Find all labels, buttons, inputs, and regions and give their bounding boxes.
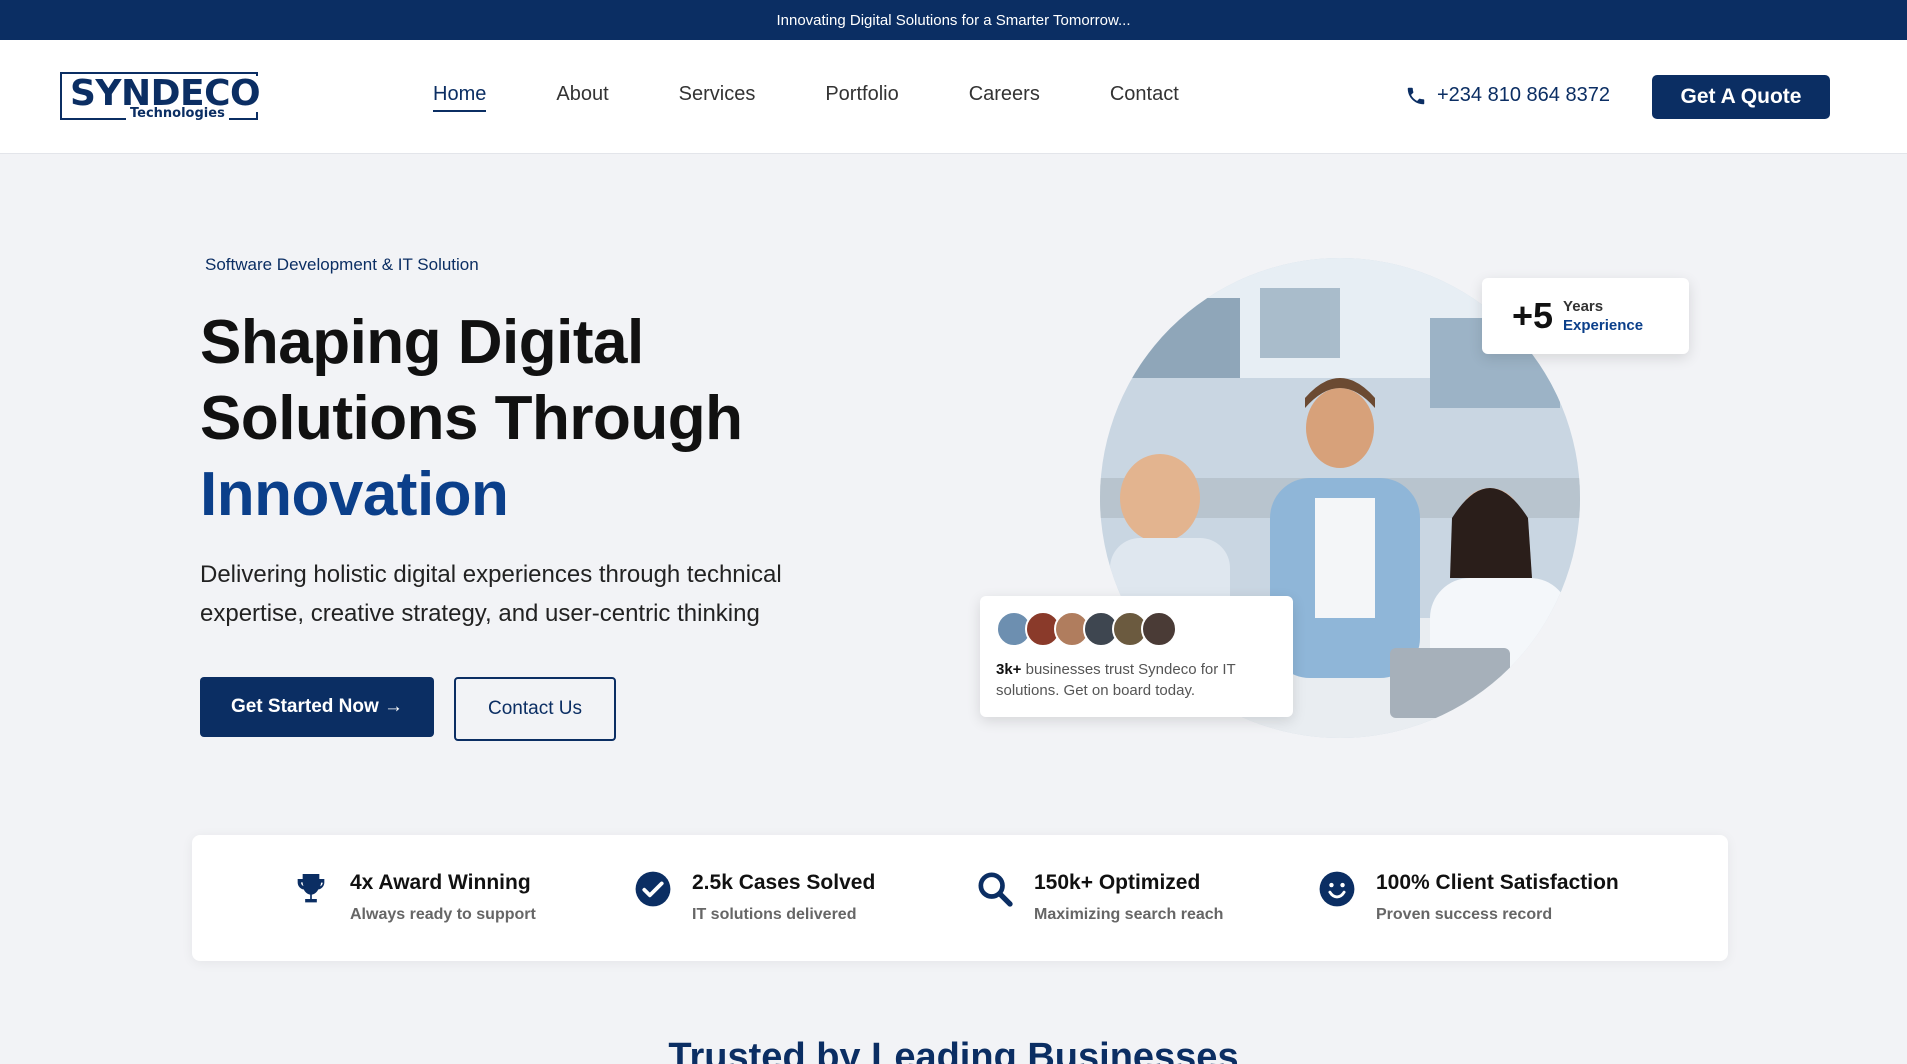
stats-bar: 4x Award Winning Always ready to support…: [192, 835, 1728, 961]
stat-title: 2.5k Cases Solved: [692, 871, 876, 894]
experience-line-2: Experience: [1563, 317, 1644, 334]
hero-description: Delivering holistic digital experiences …: [200, 561, 782, 627]
stat-title: 4x Award Winning: [350, 871, 531, 894]
hero-title-accent: Innovation: [200, 460, 509, 529]
stat-item: 150k+ Optimized Maximizing search reach: [974, 868, 1223, 924]
stat-title: 150k+ Optimized: [1034, 871, 1201, 894]
get-started-button[interactable]: Get Started Now →: [200, 677, 434, 737]
trophy-icon: [290, 868, 332, 910]
avatar: [1141, 611, 1177, 647]
logo[interactable]: SYNDECO Technologies: [60, 72, 263, 124]
section-title: Trusted by Leading Businesses: [668, 1036, 1239, 1064]
stat-subtitle: IT solutions delivered: [692, 906, 857, 923]
site-header: SYNDECO Technologies Home About Services…: [0, 40, 1907, 154]
hero-title-line-2: Solutions Through: [200, 384, 743, 453]
stat-item: 2.5k Cases Solved IT solutions delivered: [632, 868, 875, 924]
nav-careers[interactable]: Careers: [969, 83, 1040, 112]
magnifier-icon: [974, 868, 1016, 910]
hero-title: Shaping Digital Solutions Through Innova…: [200, 305, 743, 533]
stat-subtitle: Maximizing search reach: [1034, 906, 1224, 923]
trust-count: 3k+: [996, 661, 1022, 678]
stat-item: 4x Award Winning Always ready to support: [290, 868, 536, 924]
experience-number: +5: [1512, 295, 1554, 336]
experience-badge: +5 Years Experience: [1482, 278, 1689, 354]
phone-number: +234 810 864 8372: [1437, 84, 1610, 106]
experience-line-1: Years: [1563, 298, 1604, 315]
announcement-bar: Innovating Digital Solutions for a Smart…: [0, 0, 1907, 40]
get-quote-button[interactable]: Get A Quote: [1652, 75, 1830, 119]
experience-label: Years Experience: [1563, 297, 1643, 335]
trust-description: businesses trust Syndeco for IT solution…: [996, 661, 1236, 699]
trust-card: 3k+ businesses trust Syndeco for IT solu…: [980, 596, 1293, 717]
stat-title: 100% Client Satisfaction: [1376, 871, 1619, 894]
phone-link[interactable]: +234 810 864 8372: [1405, 84, 1610, 107]
nav-about[interactable]: About: [556, 83, 608, 112]
nav-contact[interactable]: Contact: [1110, 83, 1179, 112]
phone-icon: [1407, 87, 1425, 104]
nav-services[interactable]: Services: [679, 83, 756, 112]
announcement-text: Innovating Digital Solutions for a Smart…: [776, 11, 1131, 29]
check-circle-icon: [632, 868, 674, 910]
trust-text: 3k+ businesses trust Syndeco for IT solu…: [996, 659, 1277, 701]
contact-us-button[interactable]: Contact Us: [454, 677, 616, 741]
smiley-icon: [1316, 868, 1358, 910]
stat-subtitle: Proven success record: [1376, 906, 1553, 923]
stat-subtitle: Always ready to support: [350, 906, 536, 923]
avatar-group: [996, 611, 1277, 649]
nav-portfolio[interactable]: Portfolio: [825, 83, 898, 112]
main-nav: Home About Services Portfolio Careers Co…: [433, 40, 1249, 154]
stat-item: 100% Client Satisfaction Proven success …: [1316, 868, 1619, 924]
nav-home[interactable]: Home: [433, 83, 487, 112]
hero-title-line-1: Shaping Digital: [200, 308, 644, 377]
logo-tagline: Technologies: [126, 106, 229, 122]
hero-eyebrow: Software Development & IT Solution: [205, 255, 479, 274]
